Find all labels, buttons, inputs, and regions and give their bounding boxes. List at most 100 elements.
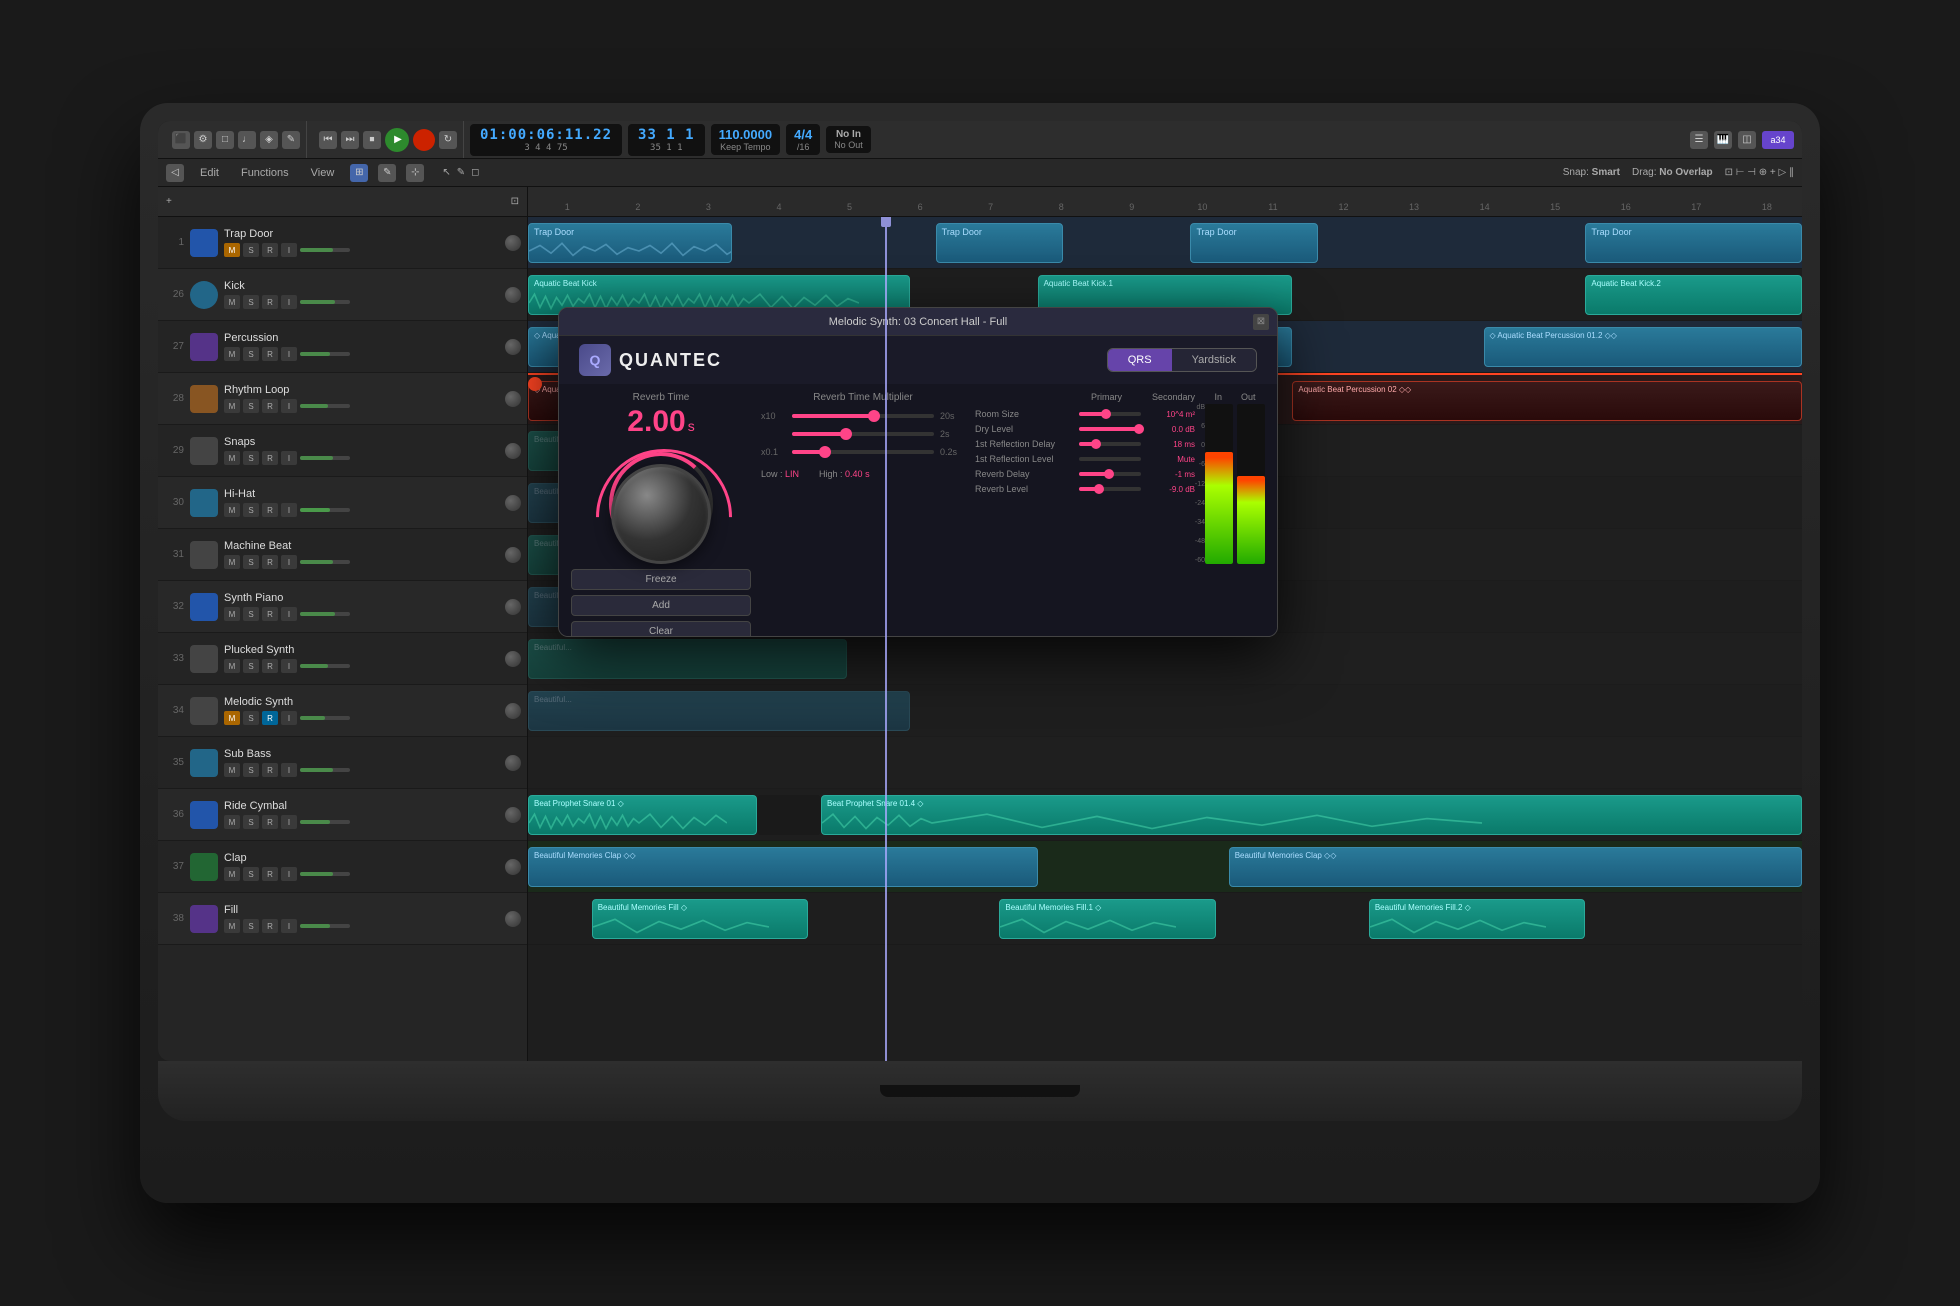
input-btn-27[interactable]: I bbox=[281, 347, 297, 361]
track-item-kick[interactable]: 26 Kick M S R I bbox=[158, 269, 527, 321]
pan-knob-35[interactable] bbox=[505, 755, 521, 771]
clip-clap-2[interactable]: Beautiful Memories Clap ◇◇ bbox=[1229, 847, 1802, 887]
clip-melodic-1[interactable]: Beautiful... bbox=[528, 691, 910, 731]
rewind-button[interactable]: ⏮ bbox=[319, 131, 337, 149]
mute-btn-1[interactable]: M bbox=[224, 243, 240, 257]
tempo-display[interactable]: 110.0000 Keep Tempo bbox=[711, 124, 781, 155]
solo-btn-30[interactable]: S bbox=[243, 503, 259, 517]
volume-slider-28[interactable] bbox=[300, 404, 350, 408]
cursor-icon[interactable]: ⊹ bbox=[406, 164, 424, 182]
edit-tool-icon[interactable]: ✎ bbox=[378, 164, 396, 182]
clip-fill-2[interactable]: Beautiful Memories Fill.1 ◇ bbox=[999, 899, 1216, 939]
record-btn-1[interactable]: R bbox=[262, 243, 278, 257]
clip-trap-door-2[interactable]: Trap Door bbox=[936, 223, 1063, 263]
volume-slider-31[interactable] bbox=[300, 560, 350, 564]
solo-btn-29[interactable]: S bbox=[243, 451, 259, 465]
track-item-clap[interactable]: 37 Clap M S R I bbox=[158, 841, 527, 893]
track-item-trap-door[interactable]: 1 Trap Door M S R I bbox=[158, 217, 527, 269]
midi-icon[interactable]: ♩ bbox=[238, 131, 256, 149]
clip-ride-1[interactable]: Beat Prophet Snare 01 ◇ bbox=[528, 795, 757, 835]
mute-btn-29[interactable]: M bbox=[224, 451, 240, 465]
mute-btn-37[interactable]: M bbox=[224, 867, 240, 881]
functions-menu[interactable]: Functions bbox=[235, 165, 295, 181]
room-size-slider[interactable] bbox=[1079, 412, 1141, 416]
clip-fill-1[interactable]: Beautiful Memories Fill ◇ bbox=[592, 899, 809, 939]
reverb-level-thumb[interactable] bbox=[1094, 484, 1104, 494]
track-item-ride-cymbal[interactable]: 36 Ride Cymbal M S R I bbox=[158, 789, 527, 841]
browser-icon[interactable]: ◫ bbox=[1738, 131, 1756, 149]
solo-btn-27[interactable]: S bbox=[243, 347, 259, 361]
input-btn-35[interactable]: I bbox=[281, 763, 297, 777]
pencil-icon[interactable]: ✎ bbox=[282, 131, 300, 149]
input-btn-32[interactable]: I bbox=[281, 607, 297, 621]
fast-forward-button[interactable]: ⏭ bbox=[341, 131, 359, 149]
input-btn-30[interactable]: I bbox=[281, 503, 297, 517]
cpu-meter-icon[interactable]: a34 bbox=[1762, 131, 1794, 149]
volume-slider-33[interactable] bbox=[300, 664, 350, 668]
reverb-level-slider[interactable] bbox=[1079, 487, 1141, 491]
clip-perc-3[interactable]: ◇ Aquatic Beat Percussion 01.2 ◇◇ bbox=[1484, 327, 1803, 367]
record-btn-31[interactable]: R bbox=[262, 555, 278, 569]
tab-yardstick[interactable]: Yardstick bbox=[1172, 349, 1256, 371]
solo-btn-32[interactable]: S bbox=[243, 607, 259, 621]
clip-ride-2[interactable]: Beat Prophet Snare 01.4 ◇ bbox=[821, 795, 1802, 835]
back-button[interactable]: ◁ bbox=[166, 164, 184, 182]
mute-btn-32[interactable]: M bbox=[224, 607, 240, 621]
record-btn-34[interactable]: R bbox=[262, 711, 278, 725]
refl-delay-thumb[interactable] bbox=[1091, 439, 1101, 449]
input-btn-36[interactable]: I bbox=[281, 815, 297, 829]
refl-level-slider[interactable] bbox=[1079, 457, 1141, 461]
track-item-rhythm-loop[interactable]: 28 Rhythm Loop M S R I bbox=[158, 373, 527, 425]
track-item-percussion[interactable]: 27 Percussion M S R I bbox=[158, 321, 527, 373]
solo-btn-28[interactable]: S bbox=[243, 399, 259, 413]
mult-slider-1[interactable] bbox=[792, 414, 934, 418]
pan-knob-36[interactable] bbox=[505, 807, 521, 823]
mult-thumb-2[interactable] bbox=[840, 428, 852, 440]
solo-btn-38[interactable]: S bbox=[243, 919, 259, 933]
input-btn-38[interactable]: I bbox=[281, 919, 297, 933]
mute-btn-28[interactable]: M bbox=[224, 399, 240, 413]
track-item-melodic-synth[interactable]: 34 Melodic Synth M S R I bbox=[158, 685, 527, 737]
mute-btn-26[interactable]: M bbox=[224, 295, 240, 309]
mute-btn-35[interactable]: M bbox=[224, 763, 240, 777]
pan-knob-34[interactable] bbox=[505, 703, 521, 719]
grid-icon[interactable]: ⊞ bbox=[350, 164, 368, 182]
input-btn-26[interactable]: I bbox=[281, 295, 297, 309]
plugin-close-button[interactable]: ⊠ bbox=[1253, 314, 1269, 330]
record-btn-35[interactable]: R bbox=[262, 763, 278, 777]
solo-btn-36[interactable]: S bbox=[243, 815, 259, 829]
input-btn-28[interactable]: I bbox=[281, 399, 297, 413]
piano-icon[interactable]: 🎹 bbox=[1714, 131, 1732, 149]
solo-btn-1[interactable]: S bbox=[243, 243, 259, 257]
mult-slider-2[interactable] bbox=[792, 432, 934, 436]
input-btn-34[interactable]: I bbox=[281, 711, 297, 725]
track-item-hihat[interactable]: 30 Hi-Hat M S R I bbox=[158, 477, 527, 529]
clip-kick-3[interactable]: Aquatic Beat Kick.2 bbox=[1585, 275, 1802, 315]
pan-knob-1[interactable] bbox=[505, 235, 521, 251]
track-item-machine-beat[interactable]: 31 Machine Beat M S R I bbox=[158, 529, 527, 581]
folder-icon[interactable]: ⬛ bbox=[172, 131, 190, 149]
track-item-sub-bass[interactable]: 35 Sub Bass M S R I bbox=[158, 737, 527, 789]
reverb-knob[interactable] bbox=[611, 464, 711, 564]
settings-icon[interactable]: ⚙ bbox=[194, 131, 212, 149]
add-button[interactable]: Add bbox=[571, 595, 751, 616]
plugin-window-quantec[interactable]: Melodic Synth: 03 Concert Hall - Full ⊠ … bbox=[558, 307, 1278, 637]
volume-slider-29[interactable] bbox=[300, 456, 350, 460]
dry-level-thumb[interactable] bbox=[1134, 424, 1144, 434]
record-btn-36[interactable]: R bbox=[262, 815, 278, 829]
solo-btn-33[interactable]: S bbox=[243, 659, 259, 673]
mute-btn-31[interactable]: M bbox=[224, 555, 240, 569]
pan-knob-28[interactable] bbox=[505, 391, 521, 407]
solo-btn-35[interactable]: S bbox=[243, 763, 259, 777]
pan-knob-27[interactable] bbox=[505, 339, 521, 355]
volume-slider-37[interactable] bbox=[300, 872, 350, 876]
volume-slider-34[interactable] bbox=[300, 716, 350, 720]
clip-plucked-1[interactable]: Beautiful... bbox=[528, 639, 847, 679]
pan-knob-30[interactable] bbox=[505, 495, 521, 511]
pan-knob-33[interactable] bbox=[505, 651, 521, 667]
input-btn-37[interactable]: I bbox=[281, 867, 297, 881]
dry-level-slider[interactable] bbox=[1079, 427, 1141, 431]
mult-thumb-3[interactable] bbox=[819, 446, 831, 458]
volume-slider-38[interactable] bbox=[300, 924, 350, 928]
view-menu[interactable]: View bbox=[305, 165, 341, 181]
